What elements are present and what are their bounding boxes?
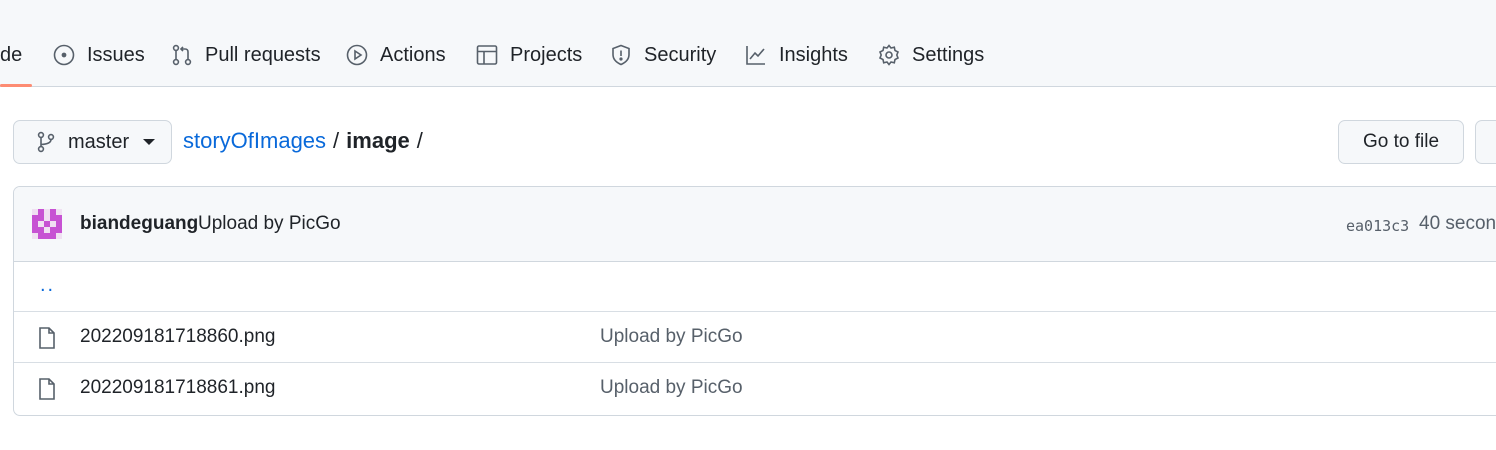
go-to-file-button[interactable]: Go to file [1338, 120, 1464, 164]
table-icon [476, 45, 498, 65]
tab-pull-requests[interactable]: Pull requests [171, 38, 321, 72]
tab-pull-requests-label: Pull requests [205, 43, 321, 66]
file-browser: biandeguang Upload by PicGo ea013c3 40 s… [13, 186, 1496, 416]
breadcrumb-repo-link[interactable]: storyOfImages [183, 128, 326, 154]
table-row[interactable]: 202209181718860.png Upload by PicGo [14, 312, 1496, 363]
file-icon [39, 378, 55, 400]
git-branch-icon [37, 131, 55, 153]
tab-projects-label: Projects [510, 43, 583, 66]
tab-settings-label: Settings [912, 43, 985, 66]
tab-actions-label: Actions [380, 43, 446, 66]
commit-sha-link[interactable]: ea013c3 [1346, 217, 1409, 235]
tab-issues-label: Issues [87, 43, 145, 66]
file-icon [39, 327, 55, 349]
tab-code[interactable]: de [0, 38, 22, 72]
caret-down-icon [143, 139, 156, 145]
active-tab-underline [0, 84, 32, 87]
breadcrumb-separator: / [333, 128, 340, 153]
gear-icon [878, 44, 900, 66]
commit-time: 40 seconds ago [1419, 213, 1496, 234]
tab-settings[interactable]: Settings [878, 38, 984, 72]
branch-selector-button[interactable]: master [13, 120, 172, 164]
breadcrumb-current-dir: image [346, 128, 410, 153]
commit-author-link[interactable]: biandeguang [80, 213, 198, 235]
parent-directory-link[interactable]: .. [40, 274, 55, 297]
tab-code-label: de [0, 43, 23, 66]
issue-opened-icon [53, 44, 75, 66]
add-file-button[interactable] [1475, 120, 1496, 164]
file-commit-message-link[interactable]: Upload by PicGo [600, 377, 743, 399]
play-icon [346, 44, 368, 66]
repo-nav: de Issues Pull requests Actions Projects… [0, 0, 1496, 87]
table-row[interactable]: 202209181718861.png Upload by PicGo [14, 363, 1496, 414]
graph-icon [746, 46, 765, 65]
tab-security-label: Security [644, 43, 717, 66]
tab-issues[interactable]: Issues [53, 38, 145, 72]
commit-message-link[interactable]: Upload by PicGo [198, 213, 341, 235]
breadcrumb: storyOfImages / image / [183, 128, 430, 154]
file-name-link[interactable]: 202209181718861.png [80, 377, 275, 399]
shield-icon [612, 44, 630, 66]
latest-commit-bar: biandeguang Upload by PicGo ea013c3 40 s… [14, 187, 1496, 262]
tab-actions[interactable]: Actions [346, 38, 446, 72]
tab-insights[interactable]: Insights [745, 38, 848, 72]
git-pull-request-icon [172, 44, 192, 66]
tab-projects[interactable]: Projects [476, 38, 582, 72]
breadcrumb-separator: / [416, 128, 423, 153]
avatar[interactable] [32, 209, 62, 239]
file-commit-message-link[interactable]: Upload by PicGo [600, 326, 743, 348]
branch-name: master [68, 130, 130, 153]
tab-security[interactable]: Security [610, 38, 716, 72]
file-name-link[interactable]: 202209181718860.png [80, 326, 275, 348]
tab-insights-label: Insights [779, 43, 848, 66]
parent-directory-row[interactable]: .. [14, 262, 1496, 312]
